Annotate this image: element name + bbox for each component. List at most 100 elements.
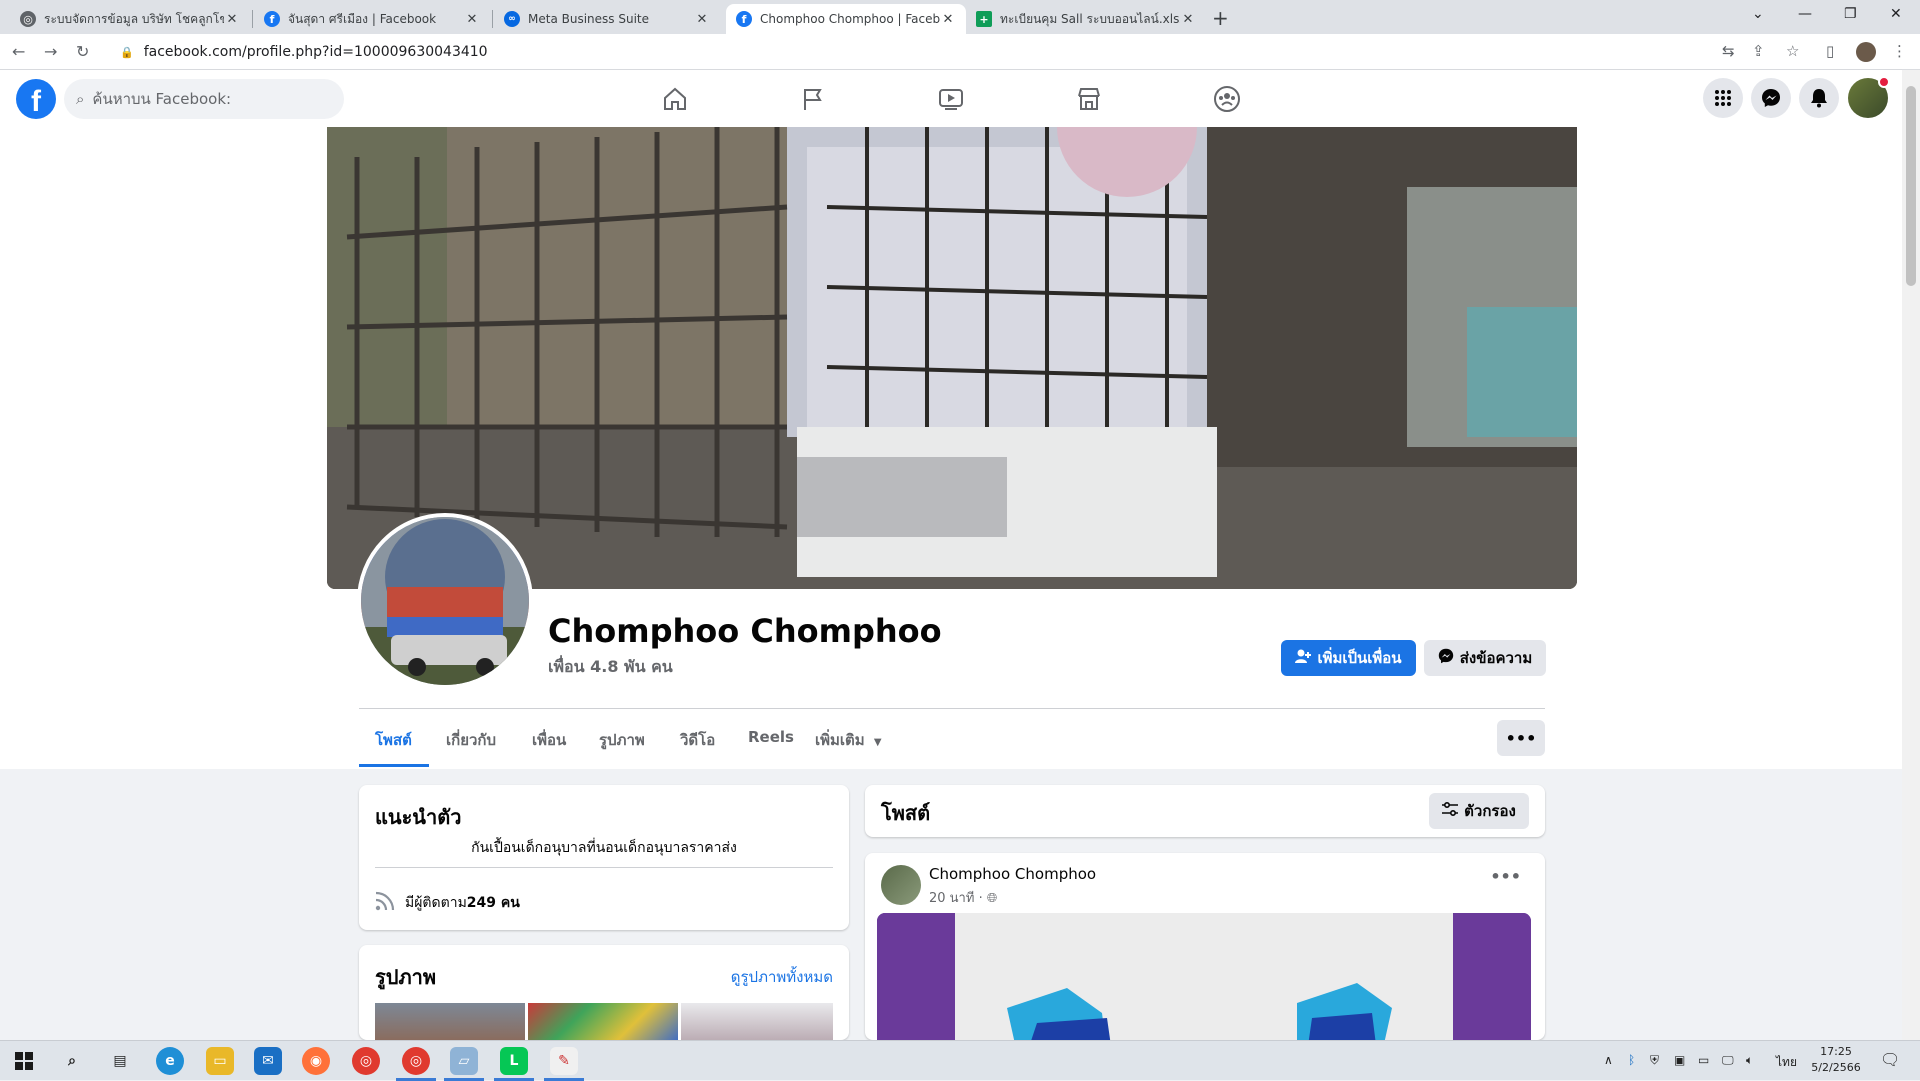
- tab-photos[interactable]: รูปภาพ: [599, 728, 645, 752]
- windows-start-icon[interactable]: [10, 1047, 38, 1075]
- task-view-icon[interactable]: ▤: [106, 1047, 134, 1075]
- app-window-icon[interactable]: ▱: [450, 1047, 478, 1075]
- add-friend-label: เพิ่มเป็นเพื่อน: [1317, 649, 1402, 667]
- tab-videos[interactable]: วิดีโอ: [680, 728, 715, 752]
- cover-photo[interactable]: [327, 127, 1577, 589]
- browser-tab-strip: ◎ ระบบจัดการข้อมูล บริษัท โชคลูกโชค ✕ f …: [0, 0, 1920, 34]
- tab-title: ทะเบียนคุม Sall ระบบออนไลน์.xlsx - G: [1000, 11, 1180, 26]
- tab-title: Meta Business Suite: [528, 12, 649, 26]
- close-tab-icon[interactable]: ✕: [464, 12, 480, 27]
- address-bar[interactable]: 🔒 facebook.com/profile.php?id=1000096300…: [108, 38, 1708, 66]
- add-friend-button[interactable]: เพิ่มเป็นเพื่อน: [1281, 640, 1416, 676]
- side-panel-icon[interactable]: ▯: [1826, 42, 1834, 60]
- volume-icon[interactable]: 🔈︎: [1746, 1053, 1753, 1068]
- close-window-icon[interactable]: ✕: [1890, 6, 1902, 22]
- facebook-logo-icon[interactable]: f: [16, 79, 56, 119]
- active-tab-indicator: [359, 764, 429, 767]
- post-card: Chomphoo Chomphoo 20 นาที · 🌐︎ •••: [865, 853, 1545, 1040]
- globe-privacy-icon: 🌐︎: [986, 891, 998, 906]
- profile-divider: [359, 708, 1545, 709]
- meet-now-icon[interactable]: ▭: [1698, 1053, 1709, 1067]
- send-message-button[interactable]: ส่งข้อความ: [1424, 640, 1546, 676]
- post-options-icon[interactable]: •••: [1490, 867, 1521, 886]
- tab-more[interactable]: เพิ่มเติม ▼: [815, 728, 882, 752]
- posts-header-card: โพสต์ ตัวกรอง: [865, 785, 1545, 837]
- profile-picture[interactable]: [357, 513, 533, 689]
- browser-tab[interactable]: f จันสุดา ศรีเมือง | Facebook ✕: [254, 4, 490, 34]
- post-author-name[interactable]: Chomphoo Chomphoo: [929, 865, 1096, 883]
- browser-tab[interactable]: ◎ ระบบจัดการข้อมูล บริษัท โชคลูกโชค ✕: [10, 4, 250, 34]
- windows-taskbar: ⌕ ▤ e ▭ ✉ ◉ ◎ ◎ ▱ L ✎ ∧ ᛒ ⛨ ▣ ▭ 🖵︎ 🔈︎ ไท…: [0, 1040, 1920, 1081]
- notification-dot: [1878, 76, 1890, 88]
- post-timestamp[interactable]: 20 นาที · 🌐︎: [929, 887, 997, 908]
- messenger-icon[interactable]: [1751, 78, 1791, 118]
- lock-icon[interactable]: 🔒: [120, 46, 134, 59]
- facebook-search-input[interactable]: ⌕ ค้นหาบน Facebook:: [64, 79, 344, 119]
- followers-count[interactable]: 249 คน: [467, 892, 520, 914]
- marketplace-icon[interactable]: [1074, 84, 1104, 114]
- line-app-icon[interactable]: L: [500, 1047, 528, 1075]
- browser-tab-active[interactable]: f Chomphoo Chomphoo | Facebook ✕: [726, 4, 966, 34]
- translate-icon[interactable]: ⇆: [1722, 42, 1735, 60]
- tray-app-icon[interactable]: ▣: [1674, 1053, 1685, 1067]
- search-icon[interactable]: ⌕: [58, 1047, 86, 1075]
- security-shield-icon[interactable]: ⛨: [1650, 1053, 1659, 1068]
- close-tab-icon[interactable]: ✕: [694, 12, 710, 27]
- account-avatar[interactable]: [1848, 76, 1890, 118]
- mail-icon[interactable]: ✉: [254, 1047, 282, 1075]
- minimize-icon[interactable]: —: [1798, 6, 1812, 22]
- pages-flag-icon[interactable]: [798, 84, 828, 114]
- page-scrollbar[interactable]: [1902, 70, 1920, 1040]
- network-icon[interactable]: 🖵︎: [1722, 1053, 1734, 1068]
- firefox-icon[interactable]: ◉: [302, 1047, 330, 1075]
- photo-thumbnail[interactable]: [528, 1003, 678, 1040]
- menu-grid-icon[interactable]: [1703, 78, 1743, 118]
- bookmark-star-icon[interactable]: ☆: [1786, 42, 1799, 60]
- profile-friends-count[interactable]: เพื่อน 4.8 พัน คน: [548, 655, 673, 680]
- share-icon[interactable]: ⇪: [1752, 42, 1765, 60]
- chrome-menu-icon[interactable]: ⋮: [1892, 42, 1907, 60]
- globe-icon: ◎: [20, 11, 36, 27]
- reload-icon[interactable]: ↻: [76, 42, 89, 61]
- close-tab-icon[interactable]: ✕: [1180, 12, 1196, 27]
- home-icon[interactable]: [660, 84, 690, 114]
- post-image[interactable]: [877, 913, 1531, 1040]
- tab-friends[interactable]: เพื่อน: [532, 728, 566, 752]
- post-image-content: [877, 913, 1531, 1040]
- notification-center-icon[interactable]: 🗨︎: [1880, 1050, 1900, 1069]
- tab-about[interactable]: เกี่ยวกับ: [446, 728, 496, 752]
- profile-avatar-icon[interactable]: [1856, 42, 1876, 62]
- browser-tab[interactable]: + ทะเบียนคุม Sall ระบบออนไลน์.xlsx - G ✕: [966, 4, 1206, 34]
- new-tab-icon[interactable]: +: [1212, 6, 1229, 30]
- close-tab-icon[interactable]: ✕: [224, 12, 240, 27]
- profile-more-options-button[interactable]: •••: [1497, 720, 1545, 756]
- see-all-photos-link[interactable]: ดูรูปภาพทั้งหมด: [731, 965, 833, 989]
- groups-icon[interactable]: [1212, 84, 1242, 114]
- tray-overflow-icon[interactable]: ∧: [1604, 1053, 1613, 1067]
- taskbar-clock[interactable]: 17:25 5/2/2566: [1806, 1044, 1866, 1076]
- tab-title: จันสุดา ศรีเมือง | Facebook: [288, 11, 437, 26]
- file-explorer-icon[interactable]: ▭: [206, 1047, 234, 1075]
- browser-tab[interactable]: ∞ Meta Business Suite ✕: [494, 4, 720, 34]
- bluetooth-icon[interactable]: ᛒ: [1628, 1053, 1635, 1067]
- restore-icon[interactable]: ❐: [1844, 6, 1857, 22]
- photo-thumbnail[interactable]: [681, 1003, 833, 1040]
- filter-button[interactable]: ตัวกรอง: [1429, 793, 1529, 829]
- photo-thumbnail[interactable]: [375, 1003, 525, 1040]
- tab-reels[interactable]: Reels: [748, 728, 794, 746]
- tab-posts[interactable]: โพสต์: [375, 728, 412, 752]
- watch-video-icon[interactable]: [936, 84, 966, 114]
- chrome-profile-icon[interactable]: ◎: [402, 1047, 430, 1075]
- notifications-bell-icon[interactable]: [1799, 78, 1839, 118]
- scrollbar-thumb[interactable]: [1906, 86, 1916, 286]
- forward-icon[interactable]: →: [44, 42, 57, 61]
- input-language-indicator[interactable]: ไทย: [1776, 1053, 1797, 1072]
- tab-search-icon[interactable]: ⌄: [1752, 6, 1764, 22]
- posts-title: โพสต์: [881, 801, 931, 825]
- chrome-icon[interactable]: ◎: [352, 1047, 380, 1075]
- paint-app-icon[interactable]: ✎: [550, 1047, 578, 1075]
- close-tab-icon[interactable]: ✕: [940, 12, 956, 27]
- post-author-avatar[interactable]: [881, 865, 921, 905]
- edge-browser-icon[interactable]: e: [156, 1047, 184, 1075]
- back-icon[interactable]: ←: [12, 42, 25, 61]
